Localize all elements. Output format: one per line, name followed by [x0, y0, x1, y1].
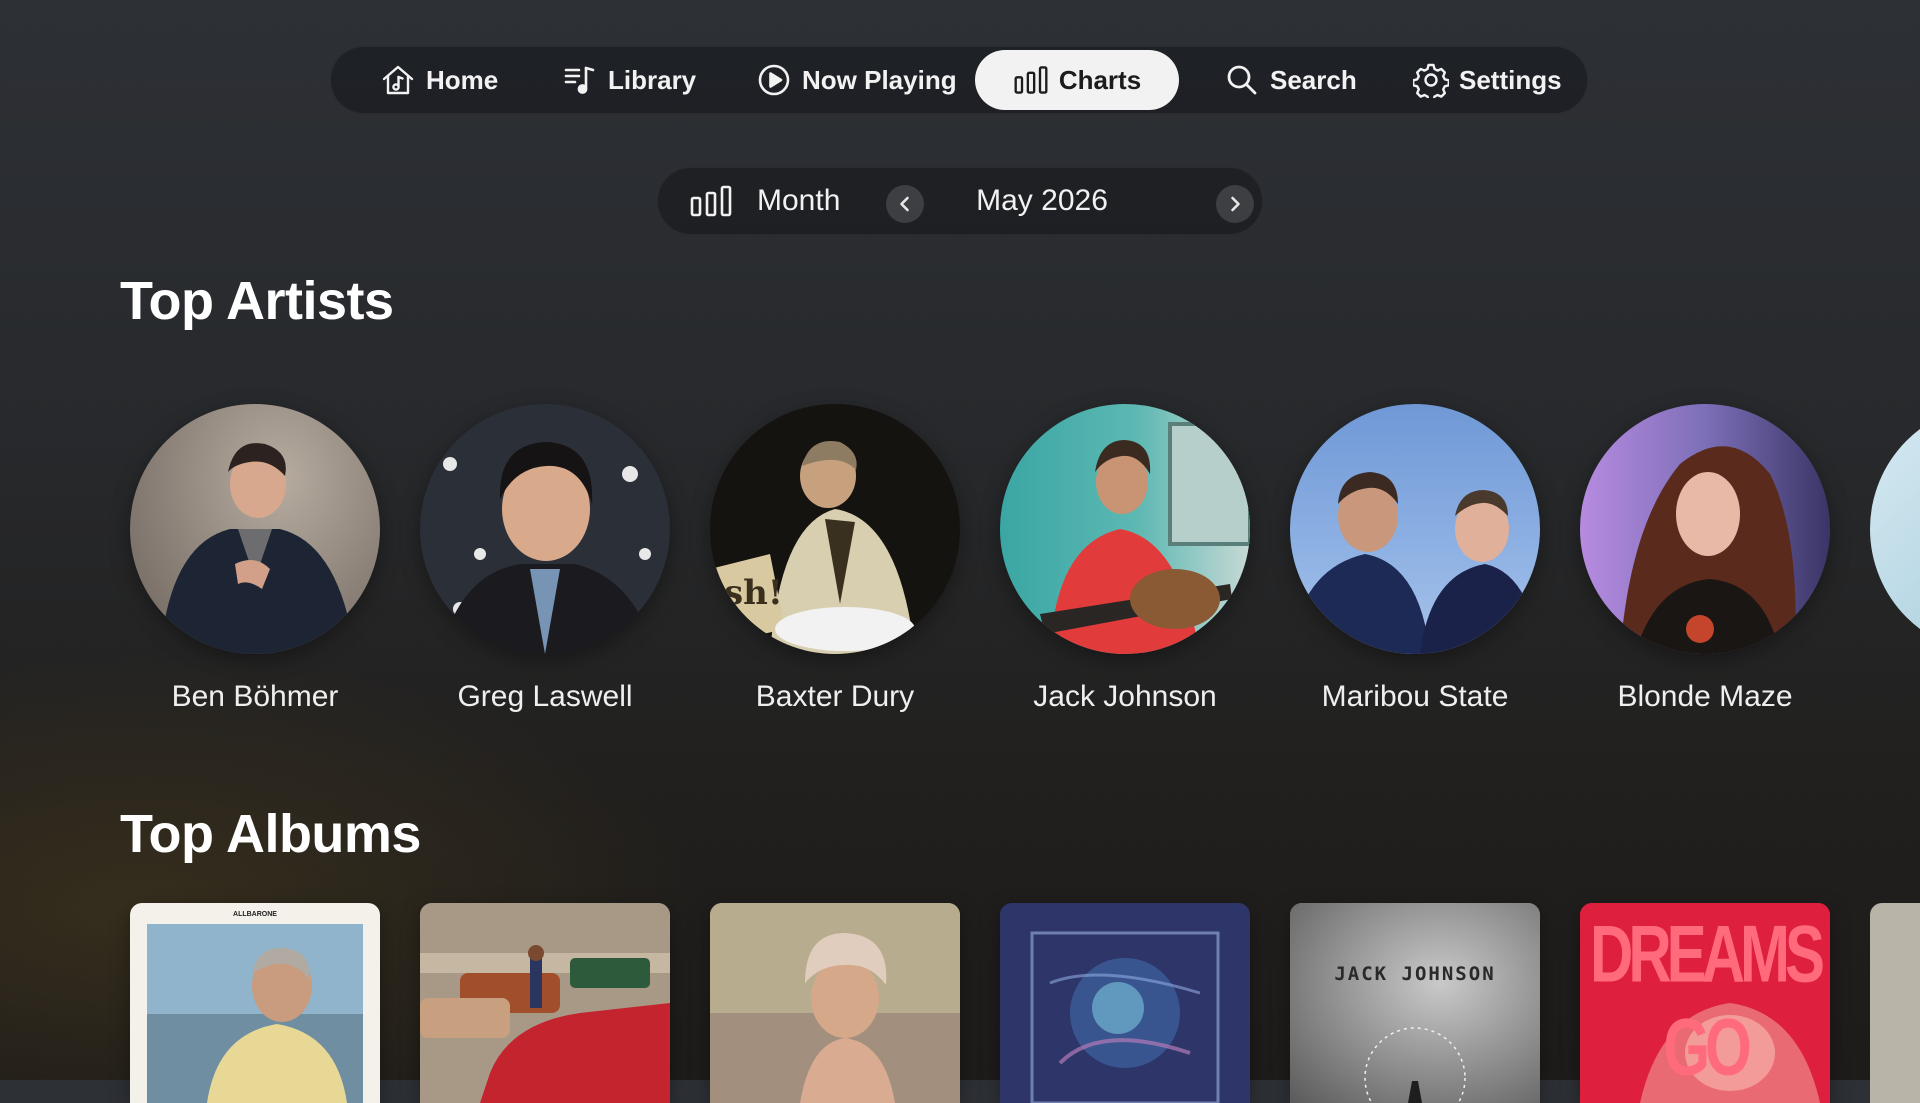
album-cover-text: ALLBARONE — [233, 911, 277, 918]
next-period-button[interactable] — [1216, 185, 1254, 223]
bar-chart-icon — [1014, 66, 1048, 94]
artist-name: Blonde Maze — [1617, 680, 1793, 713]
album-cover[interactable] — [710, 903, 960, 1103]
period-date: May 2026 — [976, 184, 1108, 217]
nav-home[interactable]: Home — [366, 50, 512, 110]
nav-charts-label: Charts — [1058, 64, 1142, 95]
artist-photo — [1580, 404, 1830, 654]
artist-name: Ben Böhmer — [171, 680, 339, 713]
album-cover-partial[interactable] — [1870, 903, 1920, 1103]
top-artists-title: Top Artists — [120, 271, 394, 331]
artist-card-partial[interactable] — [1870, 404, 1920, 654]
nav-home-label: Home — [426, 64, 499, 95]
nav-search-label: Search — [1270, 64, 1357, 95]
bar-chart-icon[interactable] — [689, 183, 733, 219]
nav-now-playing[interactable]: Now Playing — [742, 50, 971, 110]
artist-card[interactable]: Maribou State — [1290, 404, 1540, 714]
chevron-right-icon — [1231, 196, 1240, 212]
music-list-icon — [564, 66, 595, 94]
album-cover[interactable] — [420, 903, 670, 1103]
artist-photo — [130, 404, 380, 654]
album-cover[interactable]: JACK JOHNSON — [1290, 903, 1540, 1103]
artist-name: Jack Johnson — [1033, 680, 1217, 713]
album-cover[interactable]: DREAMS GO — [1580, 903, 1830, 1103]
artist-card[interactable]: Greg Laswell — [420, 404, 670, 714]
gear-icon — [1413, 63, 1449, 98]
search-icon — [1227, 65, 1257, 95]
period-unit[interactable]: Month — [757, 167, 840, 235]
previous-period-button[interactable] — [886, 185, 924, 223]
artist-card[interactable]: Jack Johnson — [1000, 404, 1250, 714]
artist-photo: sh! — [710, 404, 960, 654]
artist-name: Greg Laswell — [457, 680, 633, 713]
home-icon — [382, 65, 414, 95]
artist-photo — [420, 404, 670, 654]
chevron-left-icon — [900, 196, 909, 212]
artist-name: Maribou State — [1321, 680, 1509, 713]
artist-photo — [1000, 404, 1250, 654]
album-cover[interactable] — [1000, 903, 1250, 1103]
nav-charts[interactable]: Charts — [975, 50, 1179, 110]
nav-settings[interactable]: Settings — [1399, 50, 1576, 110]
nav-settings-label: Settings — [1459, 64, 1562, 95]
artist-card[interactable]: Ben Böhmer — [130, 404, 380, 714]
nav-library-label: Library — [608, 64, 697, 95]
album-cover[interactable]: ALLBARONE — [130, 903, 380, 1103]
nav-library[interactable]: Library — [548, 50, 710, 110]
svg-text:sh!: sh! — [724, 573, 783, 613]
artist-card[interactable]: sh! Baxter Dury — [710, 404, 960, 714]
artist-card[interactable]: Blonde Maze — [1580, 404, 1830, 714]
period-selector: Month May 2026 — [657, 167, 1263, 235]
album-cover-text: DREAMS GO — [1589, 908, 1825, 1092]
nav-now-playing-label: Now Playing — [802, 64, 957, 95]
top-albums-title: Top Albums — [120, 804, 421, 864]
nav-search[interactable]: Search — [1210, 50, 1371, 110]
artist-name: Baxter Dury — [755, 680, 915, 713]
play-circle-icon — [758, 64, 790, 96]
artist-photo — [1290, 404, 1540, 654]
artist-photo — [1870, 404, 1920, 654]
top-navigation: Home Library Now Playing Charts Search S… — [330, 46, 1588, 114]
